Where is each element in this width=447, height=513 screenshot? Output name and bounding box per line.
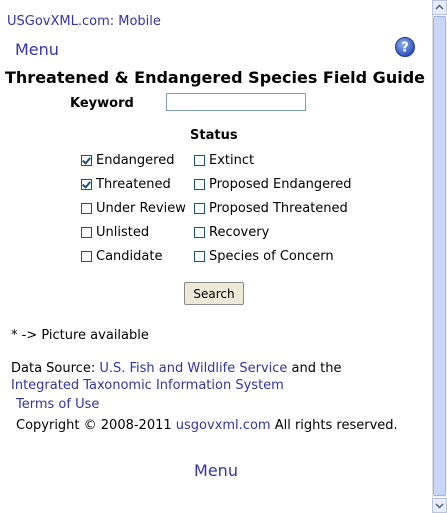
picture-available-note: * -> Picture available: [11, 328, 149, 343]
status-option-label: Candidate: [96, 249, 163, 264]
menu-link-bottom[interactable]: Menu: [0, 461, 432, 480]
data-source: Data Source: U.S. Fish and Wildlife Serv…: [11, 360, 431, 394]
status-option-label: Threatened: [96, 177, 171, 192]
copyright: Copyright © 2008-2011 usgovxml.com All r…: [16, 418, 398, 433]
copyright-suffix: All rights reserved.: [270, 418, 398, 433]
status-option-extinct[interactable]: Extinct: [194, 153, 254, 168]
endangered-checkbox[interactable]: [81, 155, 92, 166]
copyright-prefix: Copyright © 2008-2011: [16, 418, 176, 433]
status-option-threatened[interactable]: Threatened: [81, 177, 171, 192]
scroll-up-arrow-icon[interactable]: [432, 0, 447, 15]
fws-link[interactable]: U.S. Fish and Wildlife Service: [99, 361, 287, 376]
status-option-label: Extinct: [209, 153, 255, 168]
terms-of-use-link[interactable]: Terms of Use: [16, 397, 99, 412]
candidate-checkbox[interactable]: [81, 251, 92, 262]
data-source-middle: and the: [287, 361, 342, 376]
help-icon[interactable]: ?: [395, 37, 415, 57]
status-option-under-review[interactable]: Under Review: [81, 201, 186, 216]
status-option-endangered[interactable]: Endangered: [81, 153, 174, 168]
status-option-label: Endangered: [96, 153, 175, 168]
unlisted-checkbox[interactable]: [81, 227, 92, 238]
usgovxml-link[interactable]: usgovxml.com: [176, 418, 271, 433]
proposed-endangered-checkbox[interactable]: [194, 179, 205, 190]
scroll-down-arrow-icon[interactable]: [432, 498, 447, 513]
keyword-input[interactable]: [166, 93, 306, 111]
status-option-proposed-threatened[interactable]: Proposed Threatened: [194, 201, 348, 216]
data-source-prefix: Data Source:: [11, 361, 100, 376]
status-option-candidate[interactable]: Candidate: [81, 249, 162, 264]
status-option-label: Proposed Threatened: [209, 201, 348, 216]
species-of-concern-checkbox[interactable]: [194, 251, 205, 262]
status-option-species-of-concern[interactable]: Species of Concern: [194, 249, 334, 264]
svg-text:?: ?: [401, 41, 409, 56]
site-title-link[interactable]: USGovXML.com: Mobile: [7, 14, 161, 29]
status-option-label: Recovery: [209, 225, 270, 240]
status-option-label: Under Review: [96, 201, 186, 216]
menu-link-top[interactable]: Menu: [15, 40, 59, 59]
status-option-proposed-endangered[interactable]: Proposed Endangered: [194, 177, 351, 192]
status-option-recovery[interactable]: Recovery: [194, 225, 269, 240]
itis-link[interactable]: Integrated Taxonomic Information System: [11, 378, 284, 393]
status-option-label: Species of Concern: [209, 249, 334, 264]
keyword-label: Keyword: [70, 96, 134, 111]
search-button[interactable]: Search: [184, 282, 244, 305]
page-title: Threatened & Endangered Species Field Gu…: [5, 68, 425, 87]
status-option-unlisted[interactable]: Unlisted: [81, 225, 149, 240]
status-option-label: Unlisted: [96, 225, 150, 240]
status-option-label: Proposed Endangered: [209, 177, 352, 192]
scrollbar-thumb[interactable]: [433, 16, 446, 496]
threatened-checkbox[interactable]: [81, 179, 92, 190]
extinct-checkbox[interactable]: [194, 155, 205, 166]
under-review-checkbox[interactable]: [81, 203, 92, 214]
proposed-threatened-checkbox[interactable]: [194, 203, 205, 214]
recovery-checkbox[interactable]: [194, 227, 205, 238]
status-heading: Status: [190, 128, 238, 143]
